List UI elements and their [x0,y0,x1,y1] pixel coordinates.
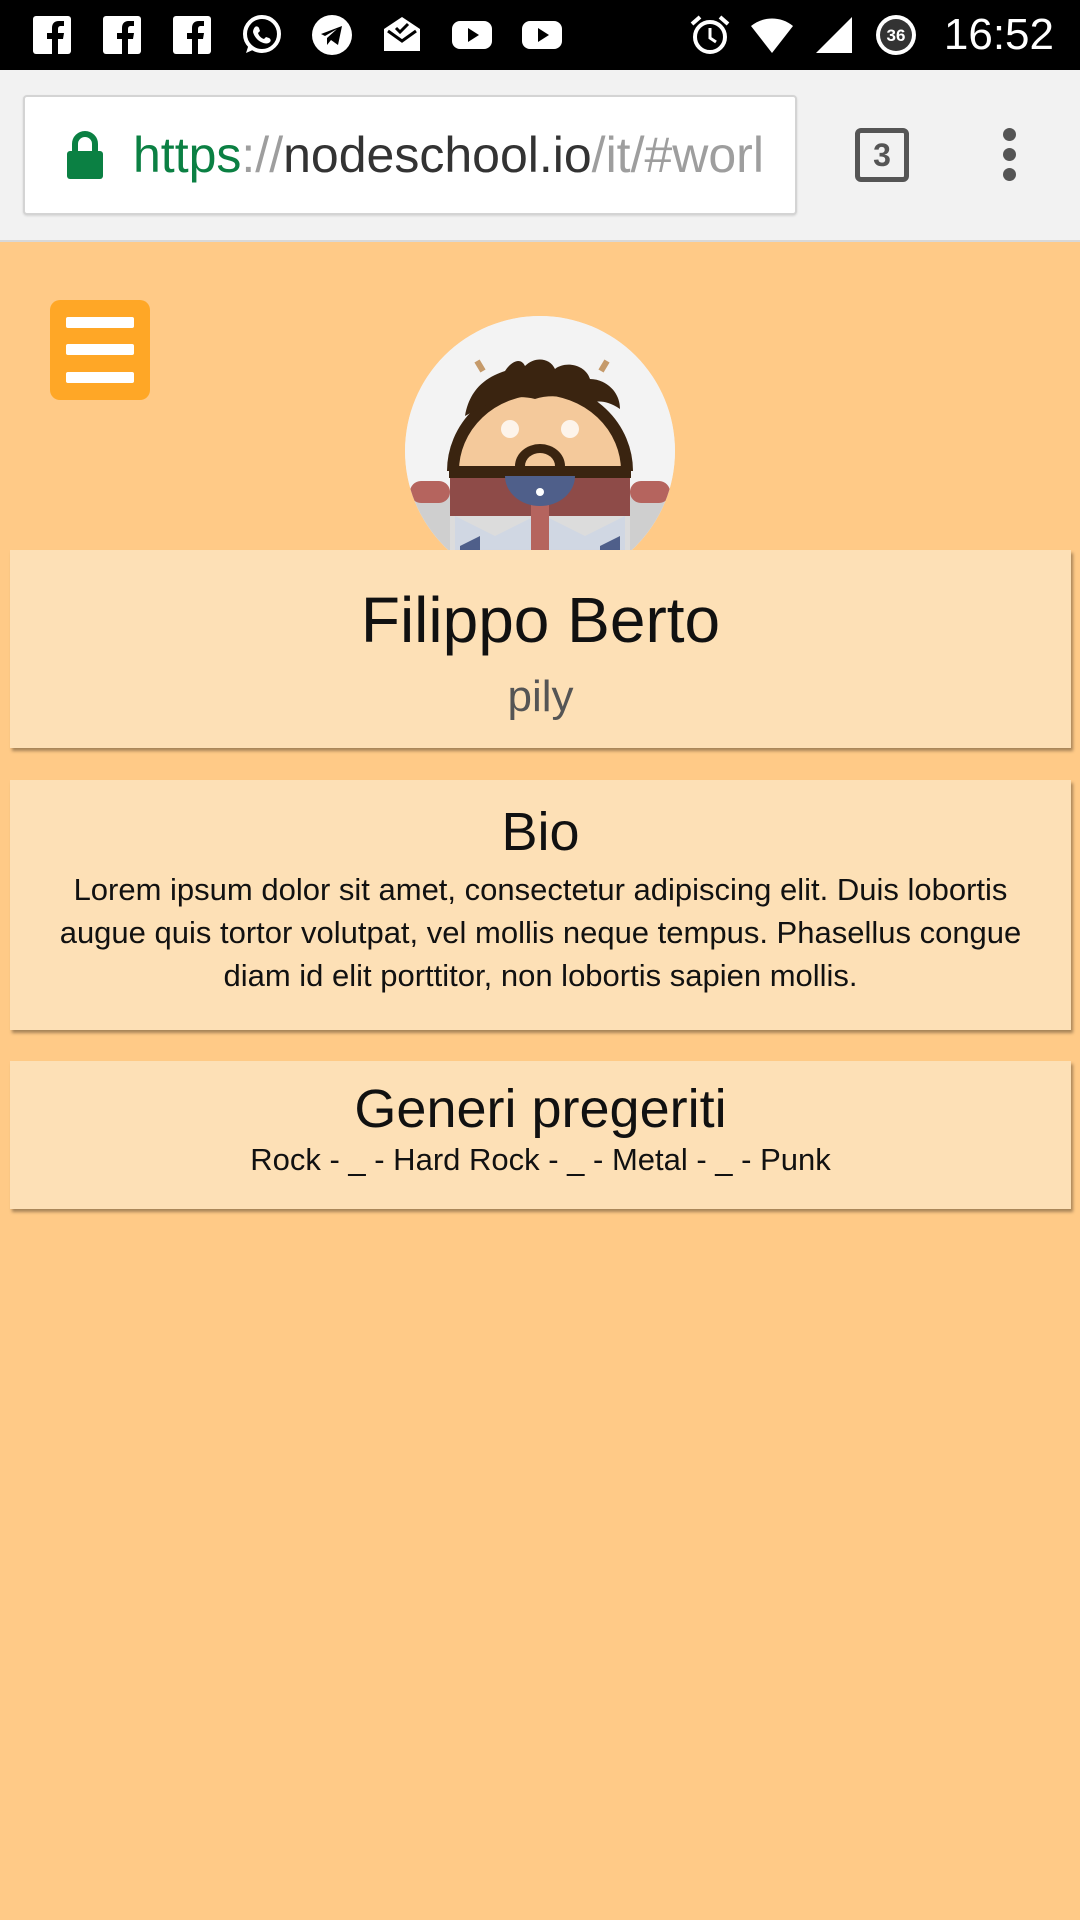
notification-icons [30,0,564,70]
facebook-icon [30,13,74,57]
alarm-icon [688,13,732,57]
lock-icon [67,131,103,179]
browser-toolbar: https://nodeschool.io/it/#worl 3 [0,70,1080,242]
facebook-icon [100,13,144,57]
url-path: /it/#worl [591,127,764,183]
mail-icon [380,13,424,57]
avatar-illustration [405,316,675,586]
system-icons: 36 16:52 [688,0,1054,70]
tab-switcher-button[interactable]: 3 [855,128,909,182]
clock-time: 16:52 [943,10,1054,59]
wifi-icon [750,13,794,57]
profile-card: Filippo Berto pily [10,550,1071,748]
url-bar[interactable]: https://nodeschool.io/it/#worl [23,95,797,215]
genres-title: Generi pregeriti [354,1079,727,1139]
facebook-icon [170,13,214,57]
bio-text: Lorem ipsum dolor sit amet, consectetur … [59,872,1022,993]
url-separator: :// [241,127,284,183]
svg-text:36: 36 [886,26,905,45]
url-scheme: https [133,127,242,183]
bio-title: Bio [501,802,580,862]
genres-list: Rock - _ - Hard Rock - _ - Metal - _ - P… [250,1142,831,1177]
url-host: nodeschool.io [283,127,592,183]
youtube-icon [520,13,564,57]
cell-signal-icon [812,13,856,57]
avatar [405,316,675,586]
data-saver-icon: 36 [874,13,918,57]
whatsapp-icon [240,13,284,57]
status-bar: 36 16:52 [0,0,1080,70]
overflow-menu-icon[interactable] [996,128,1022,182]
genres-card: Generi pregeriti Rock - _ - Hard Rock - … [10,1061,1071,1209]
profile-username: pily [507,672,574,721]
hamburger-menu-button[interactable] [50,300,150,400]
profile-name: Filippo Berto [360,584,721,656]
telegram-icon [310,13,354,57]
url-text[interactable]: https://nodeschool.io/it/#worl [133,97,795,213]
bio-card: Bio Lorem ipsum dolor sit amet, consecte… [10,780,1071,1030]
youtube-icon [450,13,494,57]
